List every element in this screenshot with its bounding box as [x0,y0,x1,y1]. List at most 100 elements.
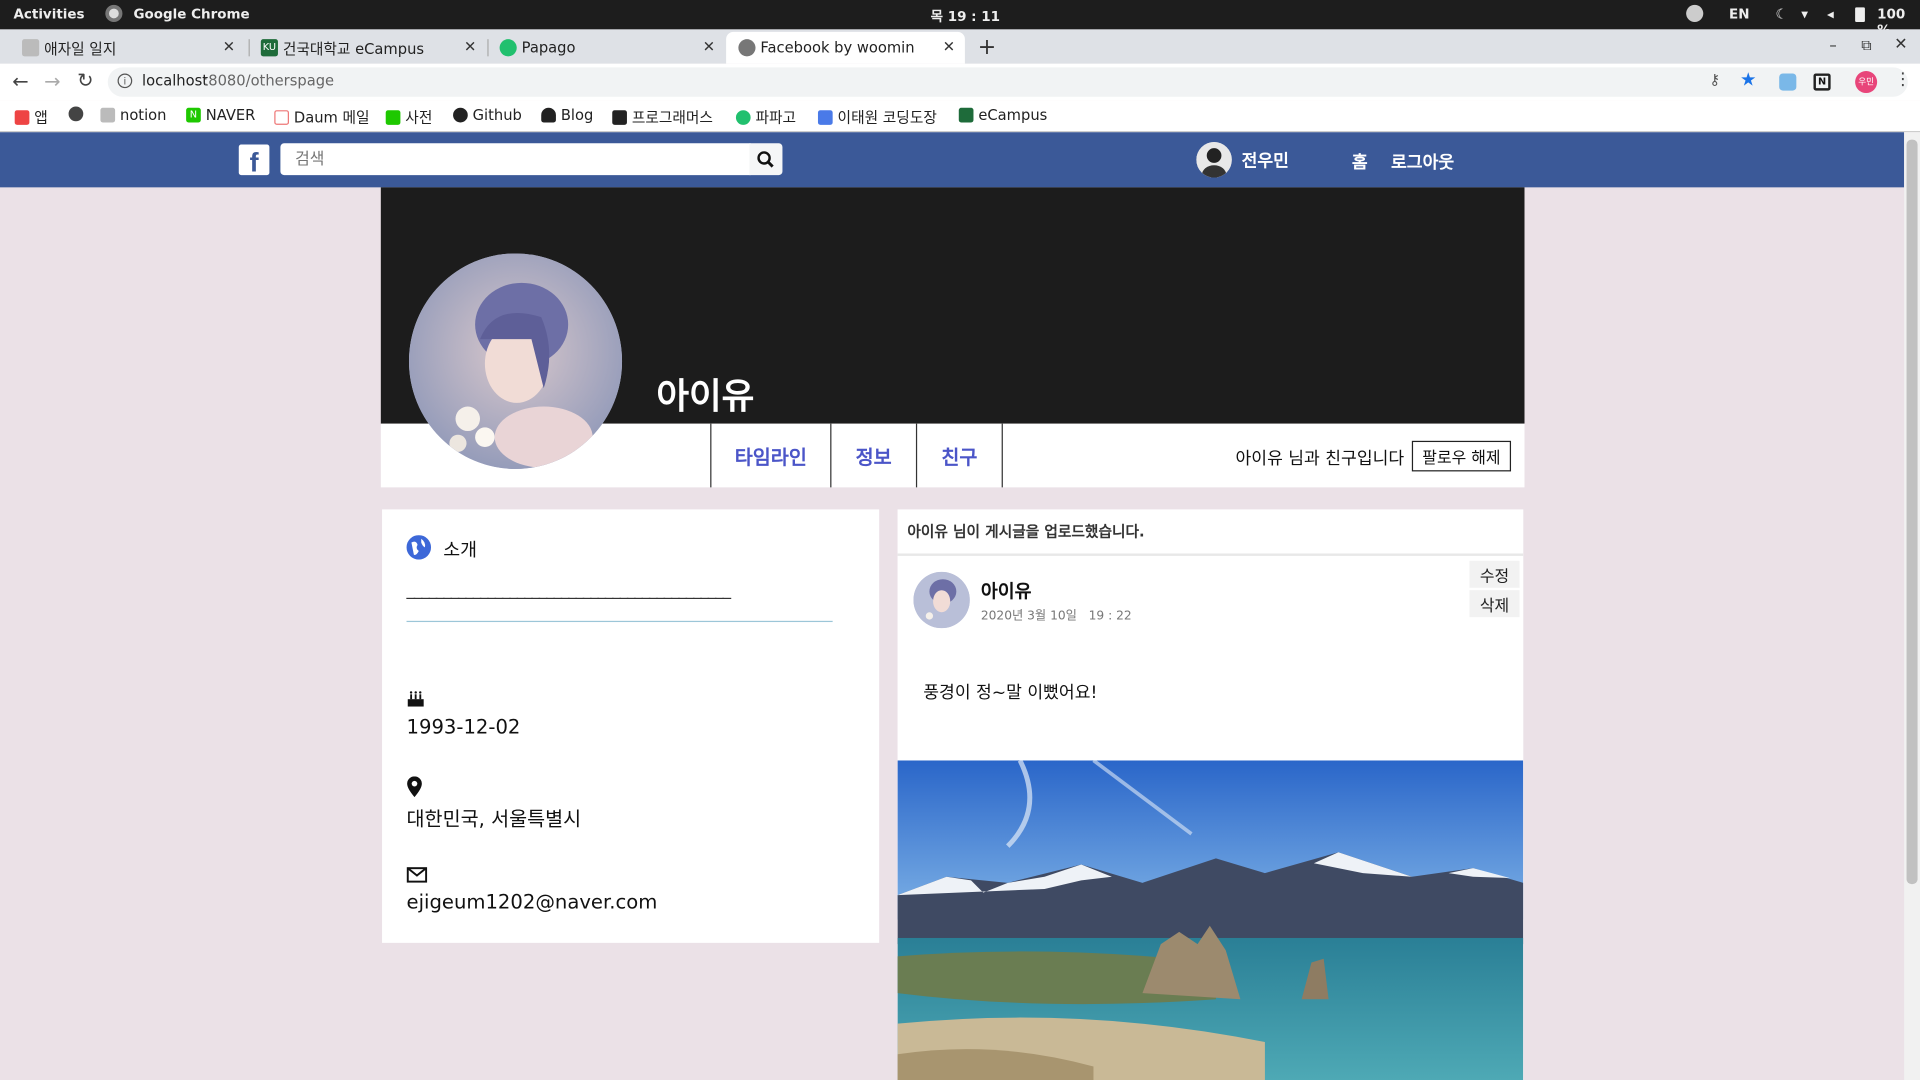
toolbar: ← → ↻ i localhost :8080/otherspage ⚷ ★ N… [0,63,1920,101]
url-host: localhost [142,72,209,90]
birthday-cake-icon [407,691,424,707]
close-icon[interactable]: ✕ [943,38,955,55]
divider [897,553,1524,556]
tab-friends[interactable]: 친구 [915,423,1003,488]
scrollbar-thumb[interactable] [1906,139,1918,885]
tab-info[interactable]: 정보 [830,423,916,488]
menu-dots-icon[interactable]: ⋮ [1894,70,1911,90]
post-card: 아이유 님이 게시글을 업로드했습니다. 아이유 2020년 3월 10일 19… [897,509,1524,1080]
profile-avatar[interactable]: 우민 [1855,71,1878,94]
activities-button[interactable]: Activities [13,6,84,22]
ku-logo-icon: KU [260,39,278,57]
profile-picture[interactable] [408,253,623,469]
notion-extension-icon[interactable]: N [1813,73,1831,91]
user-name: 전우민 [1241,151,1289,171]
info-icon[interactable]: i [117,73,133,89]
key-icon[interactable]: ⚷ [1709,71,1720,88]
close-icon[interactable]: ✕ [223,38,235,55]
tab-title: 건국대학교 eCampus [282,39,425,57]
naver-icon: N [186,107,201,123]
star-icon[interactable]: ★ [1740,69,1756,91]
bookmark-programmers[interactable]: 프로그래머스 [612,107,713,128]
bookmark-ecampus[interactable]: eCampus [958,107,1047,124]
profile-photo-image [408,253,623,469]
system-clock[interactable]: 목 19 : 11 [931,6,1000,26]
post-activity-header: 아이유 님이 게시글을 업로드했습니다. [907,522,1145,541]
battery-icon [1855,7,1865,23]
window-close-button[interactable]: ✕ [1894,36,1907,54]
friend-status: 아이유 님과 친구입니다 [1235,449,1405,469]
bookmark-apps[interactable]: 앱 [14,107,48,128]
bookmark-daum-mail[interactable]: Daum 메일 [274,107,370,128]
envelope-icon [406,867,428,883]
restore-button[interactable]: ⧉ [1861,37,1872,55]
bookmark-globe[interactable] [68,106,84,122]
bookmark-codingdojang[interactable]: 이태원 코딩도장 [817,107,937,128]
reload-icon[interactable]: ↻ [77,69,93,92]
post-text: 풍경이 정~말 이뻤어요! [923,683,1098,703]
forward-arrow-icon[interactable]: → [44,70,60,93]
new-tab-button[interactable]: + [973,34,1000,61]
language-indicator[interactable]: EN [1729,6,1749,22]
current-user[interactable]: 전우민 [1196,142,1289,178]
tab-facebook-by-woomin[interactable]: Facebook by woomin ✕ [726,31,965,64]
logout-link[interactable]: 로그아웃 [1391,149,1454,173]
divider [406,620,833,623]
tab-timeline[interactable]: 타임라인 [710,423,830,488]
bookmark-github[interactable]: Github [453,107,522,124]
dictionary-icon [385,109,401,125]
birthday-value: 1993-12-02 [406,715,521,739]
ku-logo-icon [958,107,974,123]
home-link[interactable]: 홈 [1352,149,1368,173]
bookmark-blog[interactable]: Blog [541,107,593,124]
site-header: f 전우민 홈 로그아웃 [0,132,1905,188]
globe-icon [738,39,756,57]
facebook-logo[interactable]: f [238,144,270,178]
programmers-icon [612,109,627,125]
chrome-icon [105,4,123,23]
email-value: ejigeum1202@naver.com [406,890,658,914]
close-icon[interactable]: ✕ [464,38,476,55]
location-value: 대한민국, 서울특별시 [406,806,582,831]
tab-title: Papago [521,39,576,57]
night-light-icon: ☾ [1775,6,1788,23]
back-arrow-icon[interactable]: ← [12,70,28,93]
page-scrollbar[interactable] [1904,132,1920,1080]
unfollow-button[interactable]: 팔로우 해제 [1411,440,1512,472]
bookmark-dictionary[interactable]: 사전 [385,107,432,128]
search-button[interactable] [749,143,783,176]
feather-icon [100,107,116,123]
search-input[interactable] [280,143,751,176]
post-author-avatar[interactable] [913,571,970,629]
post-photo[interactable] [897,760,1524,1080]
bookmark-papago[interactable]: 파파고 [735,107,796,128]
edit-post-button[interactable]: 수정 [1469,560,1520,588]
intro-card: 소개 _____________________________________… [382,509,880,943]
user-avatar [1196,142,1232,178]
feather-icon [22,39,40,57]
post-timestamp: 2020년 3월 10일 19 : 22 [980,609,1132,624]
minimize-button[interactable]: – [1829,37,1836,54]
search-icon [757,151,774,168]
app-indicator-icon[interactable] [1686,4,1704,23]
github-icon [453,107,468,123]
tab-agile-journal[interactable]: 애자일 일지 ✕ [10,32,245,64]
globe-icon [406,535,432,560]
tab-strip: 애자일 일지 ✕ KU 건국대학교 eCampus ✕ Papago ✕ Fac… [0,29,1920,64]
post-author-name[interactable]: 아이유 [981,578,1032,604]
close-icon[interactable]: ✕ [703,38,715,55]
address-bar[interactable]: i localhost :8080/otherspage ⚷ ★ [107,67,1908,97]
papago-icon [735,109,751,125]
tab-title: Facebook by woomin [760,39,915,57]
active-app-label[interactable]: Google Chrome [133,6,249,22]
wifi-icon: ▾ [1801,6,1809,23]
tab-papago[interactable]: Papago ✕ [487,32,725,64]
bookmark-notion[interactable]: notion [100,107,166,124]
extension-icon[interactable] [1779,73,1797,91]
bookmark-naver[interactable]: N NAVER [186,107,255,124]
apps-grid-icon [14,109,30,125]
papago-icon [499,39,517,57]
tab-ecampus[interactable]: KU 건국대학교 eCampus ✕ [249,32,487,64]
volume-icon: ◂ [1826,6,1834,23]
delete-post-button[interactable]: 삭제 [1469,590,1520,618]
